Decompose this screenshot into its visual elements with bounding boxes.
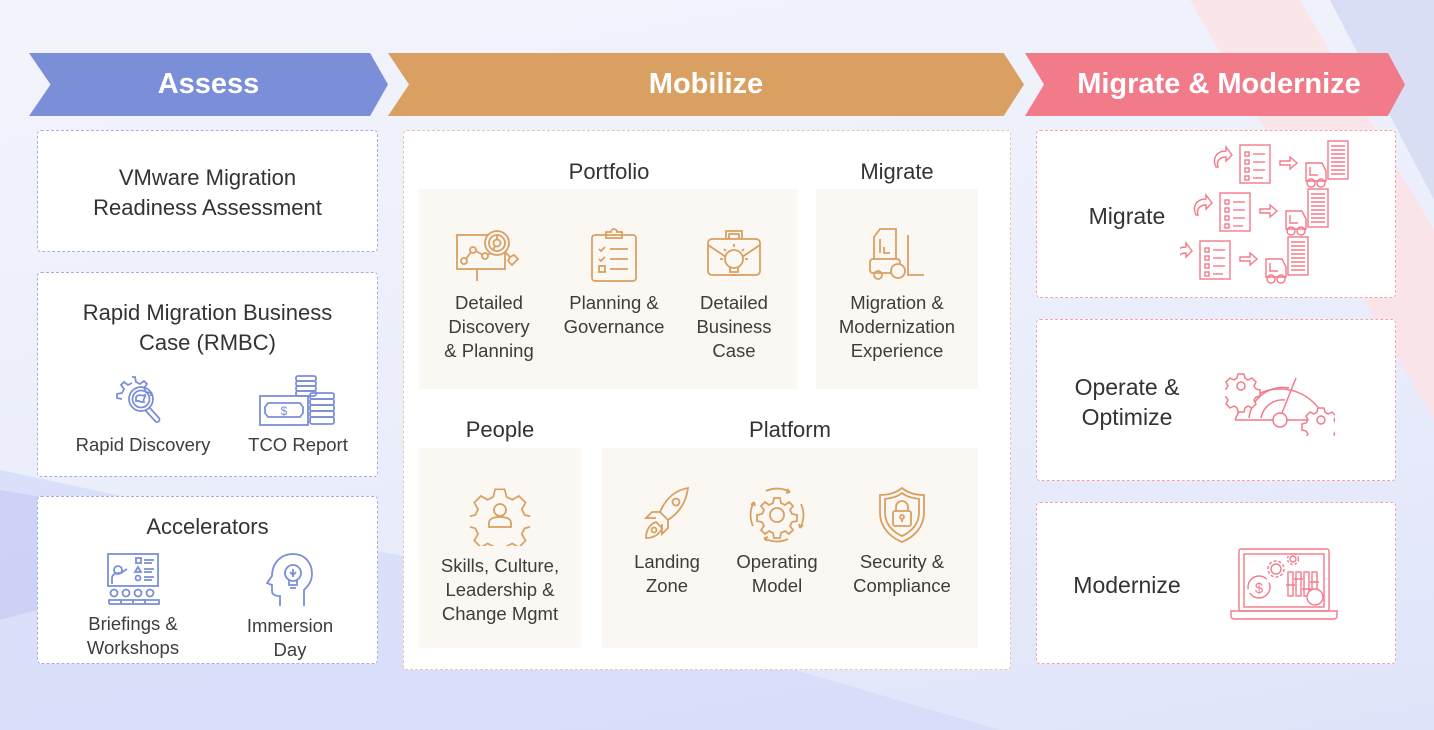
accelerator-label-line2: Workshops (86, 637, 180, 658)
migrate-item-migration-modernization-experience: Migration & Modernization Experience (816, 227, 978, 363)
accelerator-immersion-day: Immersion Day (210, 552, 370, 662)
mobilize-migrate-title: Migrate (860, 159, 934, 184)
readiness-title-line2: Readiness Assessment (93, 195, 322, 220)
rmbc-title-line2: Case (RMBC) (139, 330, 276, 355)
readiness-assessment-card: VMware Migration Readiness Assessment (37, 130, 378, 252)
portfolio-item-line: & Planning (444, 340, 534, 361)
accelerator-briefings-workshops: Briefings & Workshops (53, 552, 213, 660)
clipboard-checklist-icon (591, 228, 637, 282)
migrate-item-line: Migration & (850, 292, 944, 313)
laptop-dashboard-icon: $ (1230, 548, 1338, 620)
accelerator-label-line1: Briefings & (88, 613, 178, 634)
chart-magnifier-icon (456, 230, 520, 281)
readiness-title-line1: VMware Migration (118, 165, 297, 190)
phase-assess-label: Assess (157, 68, 260, 100)
portfolio-item-line: Detailed (455, 292, 523, 313)
people-panel: Skills, Culture, Leadership & Change Mgm… (419, 448, 581, 648)
phase-mobilize-label: Mobilize (648, 68, 764, 100)
platform-item-line: Model (751, 575, 803, 596)
mm-modernize-card: Modernize $ (1036, 502, 1396, 664)
portfolio-panel: Detailed Discovery & Planning Planning &… (419, 189, 797, 389)
portfolio-item-detailed-business-case: Detailed Business Case (664, 227, 804, 363)
mobilize-card: Portfolio Detailed Discovery & Planning (403, 130, 1011, 670)
gear-person-icon (470, 488, 530, 546)
platform-title: Platform (749, 417, 831, 442)
people-item-skills-culture: Skills, Culture, Leadership & Change Mgm… (419, 486, 581, 626)
mm-migrate-card: Migrate (1036, 130, 1396, 298)
shield-lock-icon (879, 486, 925, 543)
rmbc-item-rapid-discovery: Rapid Discovery (58, 373, 228, 457)
svg-text:$: $ (281, 404, 288, 418)
portfolio-item-line: Case (712, 340, 756, 361)
mm-operate-optimize-card: Operate & Optimize (1036, 319, 1396, 481)
money-coins-icon: $ (259, 375, 335, 426)
platform-item-landing-zone: Landing Zone (607, 486, 727, 598)
portfolio-item-line: Business (696, 316, 772, 337)
accelerator-label-line2: Day (273, 639, 307, 660)
portfolio-item-detailed-discovery: Detailed Discovery & Planning (419, 227, 559, 363)
rmbc-card: Rapid Migration Business Case (RMBC) Rap… (37, 272, 378, 477)
migration-flow-icon-rows (1180, 140, 1349, 284)
gear-magnifier-icon (116, 376, 161, 423)
forklift-icon (869, 228, 924, 280)
people-item-line: Skills, Culture, (440, 555, 560, 576)
mm-migrate-label: Migrate (1088, 203, 1166, 229)
gear-cycle-icon (749, 487, 805, 543)
briefcase-lightbulb-icon (707, 230, 761, 276)
mm-modernize-label: Modernize (1073, 572, 1181, 598)
phase-migrate-modernize-banner: Migrate & Modernize (1025, 53, 1405, 116)
portfolio-item-line: Discovery (448, 316, 530, 337)
phase-assess-banner: Assess (29, 53, 388, 116)
head-lightbulb-icon (266, 553, 313, 606)
portfolio-item-line: Planning & (569, 292, 659, 313)
platform-item-security-compliance: Security & Compliance (837, 486, 967, 598)
rmbc-item-tco-report: $ TCO Report (213, 373, 383, 457)
people-item-line: Leadership & (445, 579, 555, 600)
platform-item-line: Zone (645, 575, 689, 596)
platform-panel: Landing Zone Operating Model Security & … (602, 448, 978, 648)
portfolio-item-line: Detailed (700, 292, 768, 313)
platform-item-line: Security & (859, 551, 945, 572)
portfolio-item-planning-governance: Planning & Governance (544, 227, 684, 339)
platform-item-operating-model: Operating Model (717, 486, 837, 598)
svg-text:$: $ (1255, 580, 1264, 597)
accelerators-title: Accelerators (146, 514, 269, 539)
mm-operate-label-line2: Optimize (1081, 404, 1173, 430)
portfolio-item-line: Governance (563, 316, 665, 337)
accelerators-card: Accelerators Briefings & Workshops Immer… (37, 496, 378, 664)
platform-item-line: Landing (634, 551, 700, 572)
gauge-gears-icon (1225, 373, 1335, 436)
platform-item-line: Operating (736, 551, 818, 572)
accelerator-label-line1: Immersion (246, 615, 334, 636)
rmbc-item-label: Rapid Discovery (75, 434, 211, 455)
phase-migrate-modernize-label: Migrate & Modernize (1077, 68, 1361, 100)
rocket-icon (643, 486, 690, 539)
phase-mobilize-banner: Mobilize (388, 53, 1024, 116)
people-item-line: Change Mgmt (441, 603, 559, 624)
mm-operate-label-line1: Operate & (1074, 374, 1180, 400)
migrate-item-line: Modernization (838, 316, 956, 337)
migrate-item-line: Experience (850, 340, 944, 361)
mobilize-migrate-panel: Migration & Modernization Experience (816, 189, 978, 389)
platform-item-line: Compliance (853, 575, 951, 596)
presentation-audience-icon (107, 553, 160, 605)
portfolio-title: Portfolio (568, 159, 650, 184)
rmbc-item-label: TCO Report (248, 434, 348, 455)
rmbc-title-line1: Rapid Migration Business (82, 300, 333, 325)
people-title: People (465, 417, 535, 442)
